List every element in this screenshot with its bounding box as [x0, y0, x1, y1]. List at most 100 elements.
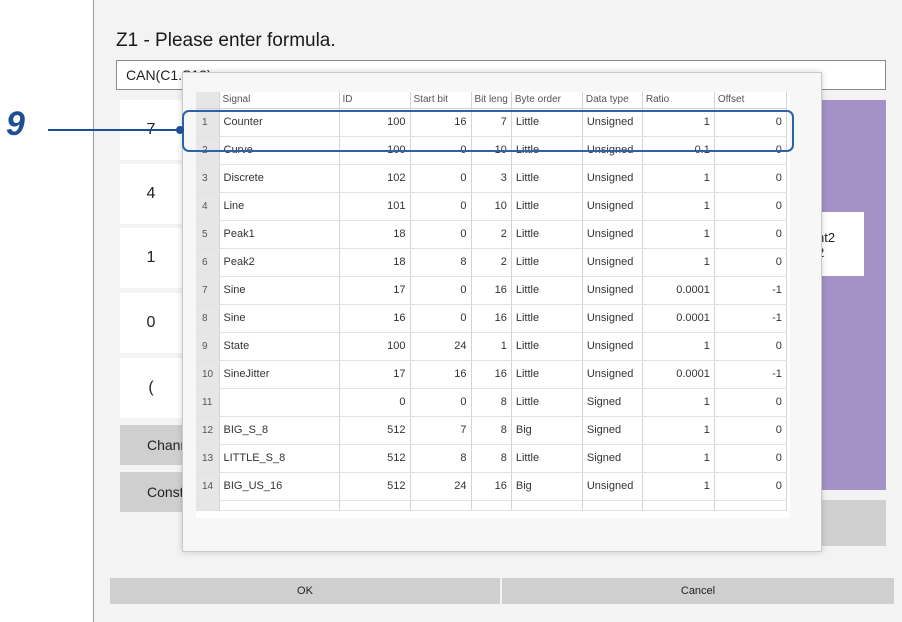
channel-button[interactable]: Channel [120, 425, 190, 465]
table-row[interactable]: 11 0 0 8 Little Signed 1 0 [196, 388, 787, 417]
table-cell: 1 [642, 444, 715, 473]
table-cell: 16 [339, 304, 411, 333]
key-1[interactable]: 1 [120, 228, 182, 288]
table-row[interactable]: 2 Curve 100 0 10 Little Unsigned 0.1 0 [196, 136, 787, 165]
table-cell: 0 [714, 248, 787, 277]
table-cell: 1 [642, 332, 715, 361]
table-row[interactable]: 1 Counter 100 16 7 Little Unsigned 1 0 [196, 108, 787, 137]
table-cell: 1 [642, 164, 715, 193]
column-header[interactable]: Signal [219, 92, 340, 109]
row-number-cell: 14 [196, 472, 220, 501]
callout-dot [176, 126, 184, 134]
table-cell: 7 [471, 108, 512, 137]
table-row[interactable]: 13 LITTLE_S_8 512 8 8 Little Signed 1 0 [196, 444, 787, 473]
table-row[interactable]: 10 SineJitter 17 16 16 Little Unsigned 0.0001 -1 [196, 360, 787, 389]
table-cell: 1 [642, 220, 715, 249]
row-number-cell: 7 [196, 276, 220, 305]
column-header[interactable]: Ratio [642, 92, 715, 109]
table-cell: 16 [410, 360, 472, 389]
key-open-paren[interactable]: ( [120, 358, 182, 418]
table-cell: 0 [714, 416, 787, 445]
table-cell: 0 [714, 444, 787, 473]
row-number-cell: 4 [196, 192, 220, 221]
column-header[interactable]: Offset [714, 92, 787, 109]
table-cell: 16 [471, 304, 512, 333]
row-number-cell: 1 [196, 108, 220, 137]
column-header[interactable]: Data type [582, 92, 643, 109]
table-cell: 0 [714, 192, 787, 221]
table-cell: 0 [410, 220, 472, 249]
table-cell: Signed [582, 388, 643, 417]
table-cell: 17 [339, 276, 411, 305]
column-header[interactable]: Byte order [511, 92, 583, 109]
row-number-cell: 12 [196, 416, 220, 445]
empty-cell [582, 500, 643, 511]
table-cell: BIG_S_8 [219, 416, 340, 445]
table-cell: 0.0001 [642, 360, 715, 389]
empty-cell [642, 500, 715, 511]
row-number-cell: 3 [196, 164, 220, 193]
cancel-button[interactable]: Cancel [502, 578, 894, 604]
table-row[interactable]: 3 Discrete 102 0 3 Little Unsigned 1 0 [196, 164, 787, 193]
table-cell: 1 [471, 332, 512, 361]
empty-cell [471, 500, 512, 511]
table-cell: Big [511, 472, 583, 501]
signal-table-container: Signal ID Start bit Bit leng Byte order Data … [196, 92, 790, 518]
table-cell: 0 [714, 136, 787, 165]
table-cell: 0 [410, 192, 472, 221]
row-number-cell: 8 [196, 304, 220, 333]
table-cell: 18 [339, 248, 411, 277]
column-header[interactable]: Start bit [410, 92, 472, 109]
table-cell: 8 [471, 416, 512, 445]
empty-cell [511, 500, 583, 511]
table-cell: 0 [714, 164, 787, 193]
table-cell: 0 [410, 164, 472, 193]
table-row[interactable]: 6 Peak2 18 8 2 Little Unsigned 1 0 [196, 248, 787, 277]
table-cell: 1 [642, 416, 715, 445]
table-cell: BIG_US_16 [219, 472, 340, 501]
table-cell: 0 [714, 108, 787, 137]
table-cell: Little [511, 360, 583, 389]
table-cell: Unsigned [582, 192, 643, 221]
table-row[interactable]: 7 Sine 17 0 16 Little Unsigned 0.0001 -1 [196, 276, 787, 305]
table-row[interactable]: 4 Line 101 0 10 Little Unsigned 1 0 [196, 192, 787, 221]
table-cell: Signed [582, 416, 643, 445]
table-row[interactable]: 5 Peak1 18 0 2 Little Unsigned 1 0 [196, 220, 787, 249]
table-cell: Little [511, 136, 583, 165]
column-header[interactable]: Bit leng [471, 92, 512, 109]
column-header[interactable]: ID [339, 92, 411, 109]
table-row[interactable]: 8 Sine 16 0 16 Little Unsigned 0.0001 -1 [196, 304, 787, 333]
table-cell: SineJitter [219, 360, 340, 389]
table-cell: 16 [410, 108, 472, 137]
table-cell: 16 [471, 472, 512, 501]
table-cell: 100 [339, 136, 411, 165]
signal-table: Signal ID Start bit Bit leng Byte order Data … [196, 92, 787, 511]
table-row[interactable]: 9 State 100 24 1 Little Unsigned 1 0 [196, 332, 787, 361]
table-cell: -1 [714, 304, 787, 333]
table-cell: Little [511, 276, 583, 305]
key-4[interactable]: 4 [120, 164, 182, 224]
table-row[interactable]: 12 BIG_S_8 512 7 8 Big Signed 1 0 [196, 416, 787, 445]
table-cell: Unsigned [582, 136, 643, 165]
table-cell: Line [219, 192, 340, 221]
table-cell: 0 [410, 276, 472, 305]
table-cell: 0.1 [642, 136, 715, 165]
callout-leader-line [48, 129, 178, 131]
column-header-rownum[interactable] [196, 92, 220, 109]
table-cell [219, 388, 340, 417]
table-cell: Unsigned [582, 472, 643, 501]
table-cell: Unsigned [582, 304, 643, 333]
table-cell: 8 [471, 388, 512, 417]
table-header-row: Signal ID Start bit Bit leng Byte order Data … [196, 92, 787, 109]
ok-button[interactable]: OK [110, 578, 500, 604]
table-cell: 10 [471, 136, 512, 165]
table-cell: 18 [339, 220, 411, 249]
table-cell: Unsigned [582, 276, 643, 305]
table-cell: 24 [410, 472, 472, 501]
table-row[interactable]: 14 BIG_US_16 512 24 16 Big Unsigned 1 0 [196, 472, 787, 501]
table-cell: 0 [714, 388, 787, 417]
empty-row [196, 500, 787, 511]
constant-button[interactable]: Constant [120, 472, 190, 512]
key-0[interactable]: 0 [120, 293, 182, 353]
table-cell: 1 [642, 388, 715, 417]
